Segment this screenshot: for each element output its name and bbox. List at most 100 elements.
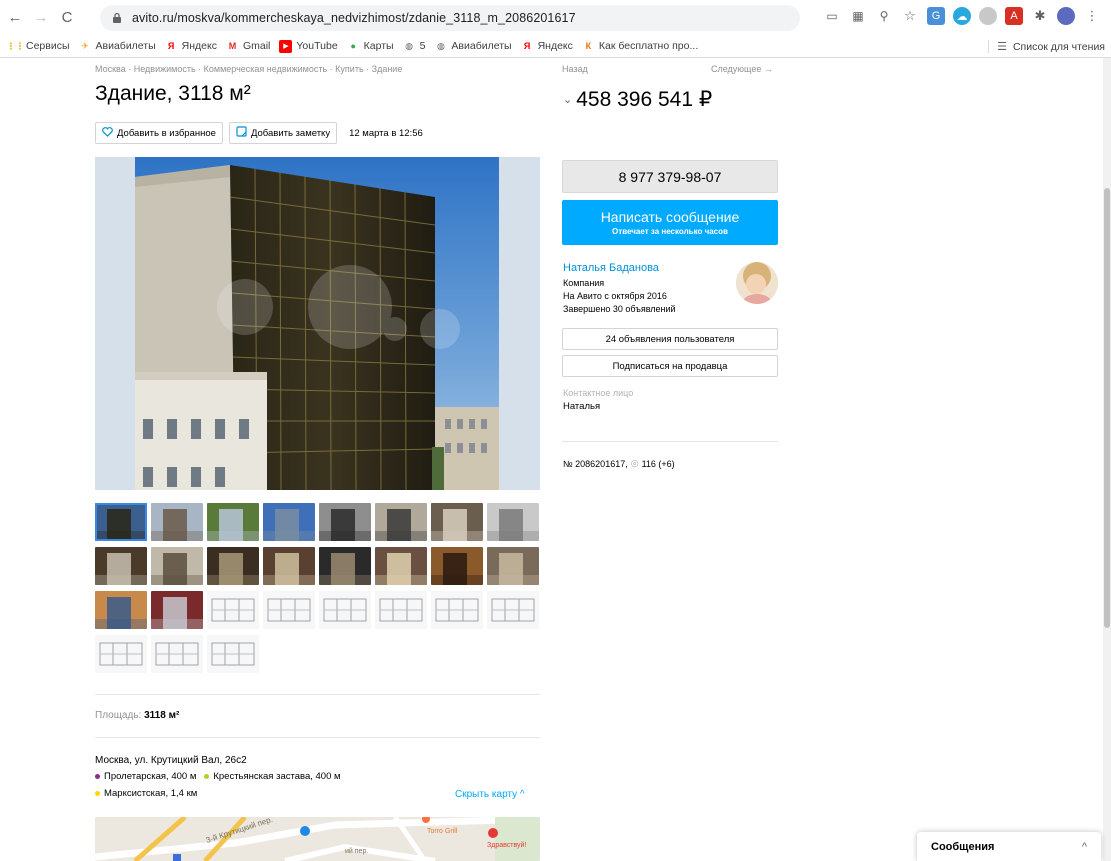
photo-thumbnail[interactable] [319,547,371,585]
yandex-icon: Я [523,41,531,51]
bookmark-item[interactable]: M Gmail [226,40,271,53]
profile-avatar-icon[interactable] [1057,7,1075,25]
photo-thumbnail[interactable] [431,547,483,585]
bookmark-item[interactable]: Я Яндекс [165,40,217,53]
map-street-label: ий пер. [345,847,368,855]
qr-icon[interactable]: ▦ [849,7,867,25]
bookmark-item[interactable]: ● Карты [347,40,393,53]
floorplan-thumbnail[interactable] [151,635,203,673]
plane-icon: ✈ [81,40,89,51]
photo-thumbnail[interactable] [207,547,259,585]
apps-grid-icon: ⋮⋮ [6,40,25,51]
address: Москва, ул. Крутицкий Вал, 26с2 [95,755,247,766]
photo-thumbnail[interactable] [319,503,371,541]
bookmark-item[interactable]: Я Яндекс [521,40,573,53]
show-phone-button[interactable]: 8 977 379-98-07 [562,160,778,193]
bookmark-label: Авиабилеты [451,40,512,52]
floorplan-thumbnail[interactable] [375,591,427,629]
back-link[interactable]: Назад [562,64,588,74]
article-icon: К [585,41,592,51]
bookmark-item[interactable]: ▶ YouTube [279,39,338,53]
add-favorite-button[interactable]: Добавить в избранное [95,122,223,144]
translate-extension-icon[interactable]: G [927,7,945,25]
cast-icon[interactable]: ▭ [823,7,841,25]
scrollbar[interactable] [1103,58,1111,861]
seller-since: На Авито с октября 2016 [563,291,667,301]
avatar[interactable] [736,262,778,304]
messages-panel[interactable]: Сообщения ^ [917,832,1101,861]
bookmark-item[interactable]: ⋮⋮ Сервисы [6,40,70,53]
subscribe-seller-button[interactable]: Подписаться на продавца [562,355,778,377]
main-photo[interactable] [95,157,540,490]
breadcrumb[interactable]: Москва · Недвижимость · Коммерческая нед… [95,64,402,74]
photo-thumbnail[interactable] [95,591,147,629]
photo-thumbnail[interactable] [431,503,483,541]
bookmark-item[interactable]: К Как бесплатно про... [582,40,699,53]
floorplan-thumbnail[interactable] [487,591,539,629]
back-arrow-icon[interactable]: ← [4,7,26,29]
lock-icon [112,12,124,24]
bookmark-label: Яндекс [181,40,217,52]
address-bar[interactable]: avito.ru/moskva/kommercheskaya_nedvizhim… [100,5,800,31]
star-icon[interactable]: ☆ [901,7,919,25]
photo-thumbnail[interactable] [375,547,427,585]
area-row: Площадь: 3118 м² [95,710,179,721]
photo-thumbnail[interactable] [375,503,427,541]
photo-thumbnail[interactable] [263,547,315,585]
zoom-icon[interactable]: ⚲ [875,7,893,25]
page-title: Здание, 3118 м² [95,82,251,105]
listing-page: Москва · Недвижимость · Коммерческая нед… [0,58,1111,861]
cloud-extension-icon[interactable]: ☁ [953,7,971,25]
metro-row: Пролетарская, 400 м Крестьянская застава… [95,771,341,782]
metro-station: Пролетарская, 400 м [95,771,196,782]
floorplan-thumbnail[interactable] [207,635,259,673]
floorplan-thumbnail[interactable] [207,591,259,629]
metro-station: Марксистская, 1,4 км [95,788,197,799]
reading-list-button[interactable]: ☰ Список для чтения [988,40,1105,53]
hide-map-link[interactable]: Скрыть карту ^ [455,789,525,800]
bookmark-label: 5 [419,40,426,52]
map[interactable]: 3-й Крутицкий пер. ий пер. Torro Grill З… [95,817,540,861]
add-note-button[interactable]: Добавить заметку [228,122,338,144]
photo-thumbnail[interactable] [151,547,203,585]
photo-thumbnail[interactable] [207,503,259,541]
photo-thumbnail[interactable] [151,503,203,541]
next-link[interactable]: Следующее → [711,64,773,74]
globe-icon: ◍ [405,40,413,51]
bookmark-item[interactable]: ◍ Авиабилеты [434,40,512,53]
listing-date: 12 марта в 12:56 [349,127,423,139]
photo-thumbnail[interactable] [263,503,315,541]
bookmark-label: YouTube [296,40,338,52]
response-time: Отвечает за несколько часов [612,227,728,236]
bookmark-label: Авиабилеты [95,40,156,52]
photo-thumbnail[interactable] [95,503,147,541]
scrollbar-thumb[interactable] [1104,188,1110,628]
bookmark-item[interactable]: ◍ 5 [403,40,426,53]
globe-icon: ◍ [436,40,445,51]
seller-type: Компания [563,278,605,288]
floorplan-thumbnail[interactable] [431,591,483,629]
bookmarks-bar: ⋮⋮ Сервисы ✈ Авиабилеты Я Яндекс M Gmail ▶ YouTub… [0,35,1111,58]
bookmark-item[interactable]: ✈ Авиабилеты [79,40,156,53]
photo-thumbnail[interactable] [95,547,147,585]
floorplan-thumbnail[interactable] [95,635,147,673]
photo-thumbnail[interactable] [151,591,203,629]
photo-thumbnail[interactable] [487,547,539,585]
grey-extension-icon[interactable] [979,7,997,25]
photo-thumbnail[interactable] [487,503,539,541]
forward-arrow-icon[interactable]: → [30,7,52,29]
menu-dots-icon[interactable]: ⋮ [1083,7,1101,25]
send-message-button[interactable]: Написать сообщение Отвечает за несколько… [562,200,778,245]
eye-icon: ◎ [630,458,639,468]
user-ads-button[interactable]: 24 объявления пользователя [562,328,778,350]
floorplan-thumbnail[interactable] [263,591,315,629]
pdf-extension-icon[interactable]: A [1005,7,1023,25]
puzzle-extensions-icon[interactable]: ✱ [1031,7,1049,25]
area-label: Площадь: [95,710,142,721]
seller-name-link[interactable]: Наталья Баданова [563,262,659,274]
reload-icon[interactable]: C [56,7,78,29]
bookmark-label: Сервисы [26,40,70,52]
chevron-up-icon[interactable]: ^ [1082,841,1087,853]
floorplan-thumbnail[interactable] [319,591,371,629]
chevron-down-icon[interactable]: ⌄ [563,93,572,106]
